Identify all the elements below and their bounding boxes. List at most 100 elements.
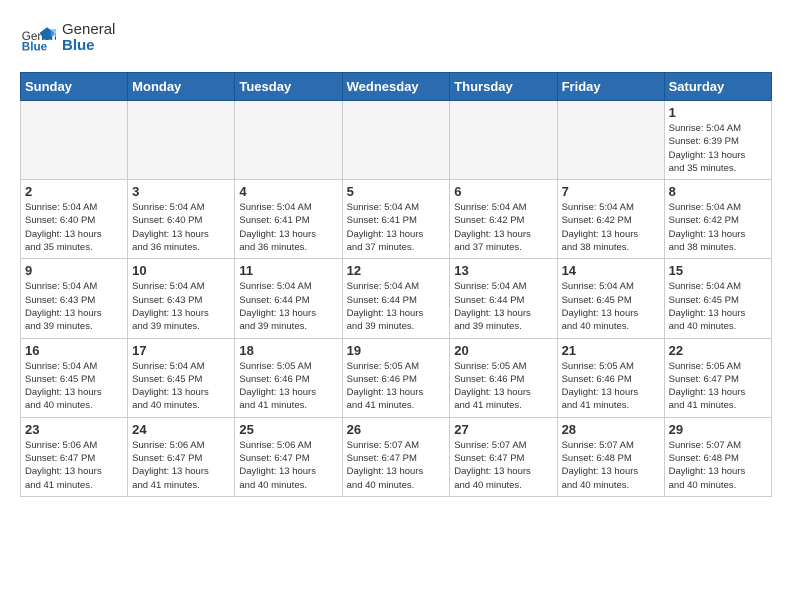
calendar-table: SundayMondayTuesdayWednesdayThursdayFrid… [20, 72, 772, 497]
day-info: Sunrise: 5:04 AM Sunset: 6:43 PM Dayligh… [132, 280, 230, 333]
calendar-cell [128, 101, 235, 180]
day-info: Sunrise: 5:07 AM Sunset: 6:47 PM Dayligh… [454, 439, 552, 492]
day-number: 15 [669, 263, 767, 278]
day-number: 14 [562, 263, 660, 278]
calendar-row-1: 1 Sunrise: 5:04 AM Sunset: 6:39 PM Daylig… [21, 101, 772, 180]
day-info: Sunrise: 5:04 AM Sunset: 6:42 PM Dayligh… [562, 201, 660, 254]
day-number: 12 [347, 263, 446, 278]
day-info: Sunrise: 5:04 AM Sunset: 6:42 PM Dayligh… [454, 201, 552, 254]
day-info: Sunrise: 5:04 AM Sunset: 6:45 PM Dayligh… [669, 280, 767, 333]
weekday-header-friday: Friday [557, 73, 664, 101]
calendar-cell: 17 Sunrise: 5:04 AM Sunset: 6:45 PM Dayli… [128, 338, 235, 417]
calendar-row-5: 23Sunrise: 5:06 AM Sunset: 6:47 PM Dayli… [21, 417, 772, 496]
calendar-cell: 16Sunrise: 5:04 AM Sunset: 6:45 PM Dayli… [21, 338, 128, 417]
calendar-cell: 26 Sunrise: 5:07 AM Sunset: 6:47 PM Dayli… [342, 417, 450, 496]
day-number: 9 [25, 263, 123, 278]
day-number: 29 [669, 422, 767, 437]
calendar-cell [557, 101, 664, 180]
day-number: 11 [239, 263, 337, 278]
day-info: Sunrise: 5:04 AM Sunset: 6:45 PM Dayligh… [562, 280, 660, 333]
calendar-row-2: 2 Sunrise: 5:04 AM Sunset: 6:40 PM Daylig… [21, 180, 772, 259]
weekday-header-saturday: Saturday [664, 73, 771, 101]
calendar-cell: 28 Sunrise: 5:07 AM Sunset: 6:48 PM Dayli… [557, 417, 664, 496]
calendar-cell: 8 Sunrise: 5:04 AM Sunset: 6:42 PM Daylig… [664, 180, 771, 259]
day-number: 5 [347, 184, 446, 199]
day-info: Sunrise: 5:07 AM Sunset: 6:48 PM Dayligh… [669, 439, 767, 492]
calendar-cell [342, 101, 450, 180]
day-info: Sunrise: 5:05 AM Sunset: 6:46 PM Dayligh… [454, 360, 552, 413]
day-number: 10 [132, 263, 230, 278]
calendar-cell: 2 Sunrise: 5:04 AM Sunset: 6:40 PM Daylig… [21, 180, 128, 259]
day-info: Sunrise: 5:04 AM Sunset: 6:40 PM Dayligh… [25, 201, 123, 254]
calendar-row-4: 16 Sunrise: 5:04 AM Sunset: 6:45 PM Dayli… [21, 338, 772, 417]
day-number: 18 [239, 343, 337, 358]
day-info: Sunrise: 5:05 AM Sunset: 6:46 PM Dayligh… [562, 360, 660, 413]
day-info: Sunrise: 5:04 AM Sunset: 6:41 PM Dayligh… [347, 201, 446, 254]
weekday-header-row: SundayMondayTuesdayWednesdayThursdayFrid… [21, 73, 772, 101]
calendar-cell: 21 Sunrise: 5:05 AM Sunset: 6:46 PM Dayli… [557, 338, 664, 417]
day-info: Sunrise: 5:07 AM Sunset: 6:48 PM Dayligh… [562, 439, 660, 492]
day-number: 2 [25, 184, 123, 199]
day-number: 28 [562, 422, 660, 437]
calendar-cell: 23Sunrise: 5:06 AM Sunset: 6:47 PM Dayli… [21, 417, 128, 496]
day-number: 16 [25, 343, 123, 358]
calendar-cell: 19 Sunrise: 5:05 AM Sunset: 6:46 PM Dayli… [342, 338, 450, 417]
calendar-cell: 7 Sunrise: 5:04 AM Sunset: 6:42 PM Daylig… [557, 180, 664, 259]
day-info: Sunrise: 5:07 AM Sunset: 6:47 PM Dayligh… [347, 439, 446, 492]
day-info: Sunrise: 5:04 AM Sunset: 6:40 PM Dayligh… [132, 201, 230, 254]
day-number: 21 [562, 343, 660, 358]
calendar-cell: 22 Sunrise: 5:05 AM Sunset: 6:47 PM Dayli… [664, 338, 771, 417]
day-number: 22 [669, 343, 767, 358]
calendar-cell [235, 101, 342, 180]
day-number: 6 [454, 184, 552, 199]
day-info: Sunrise: 5:04 AM Sunset: 6:44 PM Dayligh… [454, 280, 552, 333]
day-info: Sunrise: 5:06 AM Sunset: 6:47 PM Dayligh… [25, 439, 123, 492]
day-info: Sunrise: 5:05 AM Sunset: 6:46 PM Dayligh… [239, 360, 337, 413]
weekday-header-thursday: Thursday [450, 73, 557, 101]
calendar-cell: 18 Sunrise: 5:05 AM Sunset: 6:46 PM Dayli… [235, 338, 342, 417]
day-number: 26 [347, 422, 446, 437]
calendar-cell: 3 Sunrise: 5:04 AM Sunset: 6:40 PM Daylig… [128, 180, 235, 259]
day-info: Sunrise: 5:04 AM Sunset: 6:39 PM Dayligh… [669, 122, 767, 175]
day-number: 3 [132, 184, 230, 199]
day-number: 25 [239, 422, 337, 437]
day-number: 24 [132, 422, 230, 437]
calendar-cell: 4Sunrise: 5:04 AM Sunset: 6:41 PM Daylig… [235, 180, 342, 259]
day-number: 7 [562, 184, 660, 199]
weekday-header-wednesday: Wednesday [342, 73, 450, 101]
day-number: 17 [132, 343, 230, 358]
day-info: Sunrise: 5:04 AM Sunset: 6:45 PM Dayligh… [132, 360, 230, 413]
day-number: 1 [669, 105, 767, 120]
logo-icon: General Blue [20, 20, 56, 56]
calendar-cell: 11Sunrise: 5:04 AM Sunset: 6:44 PM Dayli… [235, 259, 342, 338]
calendar-row-3: 9 Sunrise: 5:04 AM Sunset: 6:43 PM Daylig… [21, 259, 772, 338]
day-info: Sunrise: 5:05 AM Sunset: 6:47 PM Dayligh… [669, 360, 767, 413]
weekday-header-monday: Monday [128, 73, 235, 101]
calendar-cell: 12 Sunrise: 5:04 AM Sunset: 6:44 PM Dayli… [342, 259, 450, 338]
day-number: 20 [454, 343, 552, 358]
day-number: 13 [454, 263, 552, 278]
page-header: General Blue General Blue [20, 20, 772, 56]
calendar-cell: 13 Sunrise: 5:04 AM Sunset: 6:44 PM Dayli… [450, 259, 557, 338]
day-info: Sunrise: 5:06 AM Sunset: 6:47 PM Dayligh… [132, 439, 230, 492]
day-info: Sunrise: 5:05 AM Sunset: 6:46 PM Dayligh… [347, 360, 446, 413]
calendar-cell: 24 Sunrise: 5:06 AM Sunset: 6:47 PM Dayli… [128, 417, 235, 496]
weekday-header-sunday: Sunday [21, 73, 128, 101]
logo: General Blue General Blue [20, 20, 115, 56]
calendar-cell: 9 Sunrise: 5:04 AM Sunset: 6:43 PM Daylig… [21, 259, 128, 338]
day-info: Sunrise: 5:04 AM Sunset: 6:42 PM Dayligh… [669, 201, 767, 254]
svg-text:Blue: Blue [22, 41, 48, 54]
day-number: 8 [669, 184, 767, 199]
day-number: 19 [347, 343, 446, 358]
logo-blue-text: Blue [62, 38, 115, 55]
calendar-cell: 6 Sunrise: 5:04 AM Sunset: 6:42 PM Daylig… [450, 180, 557, 259]
day-info: Sunrise: 5:04 AM Sunset: 6:41 PM Dayligh… [239, 201, 337, 254]
day-info: Sunrise: 5:04 AM Sunset: 6:43 PM Dayligh… [25, 280, 123, 333]
calendar-cell: 10 Sunrise: 5:04 AM Sunset: 6:43 PM Dayli… [128, 259, 235, 338]
day-info: Sunrise: 5:04 AM Sunset: 6:44 PM Dayligh… [347, 280, 446, 333]
calendar-cell: 20 Sunrise: 5:05 AM Sunset: 6:46 PM Dayli… [450, 338, 557, 417]
weekday-header-tuesday: Tuesday [235, 73, 342, 101]
day-number: 27 [454, 422, 552, 437]
calendar-cell [21, 101, 128, 180]
calendar-cell: 1 Sunrise: 5:04 AM Sunset: 6:39 PM Daylig… [664, 101, 771, 180]
